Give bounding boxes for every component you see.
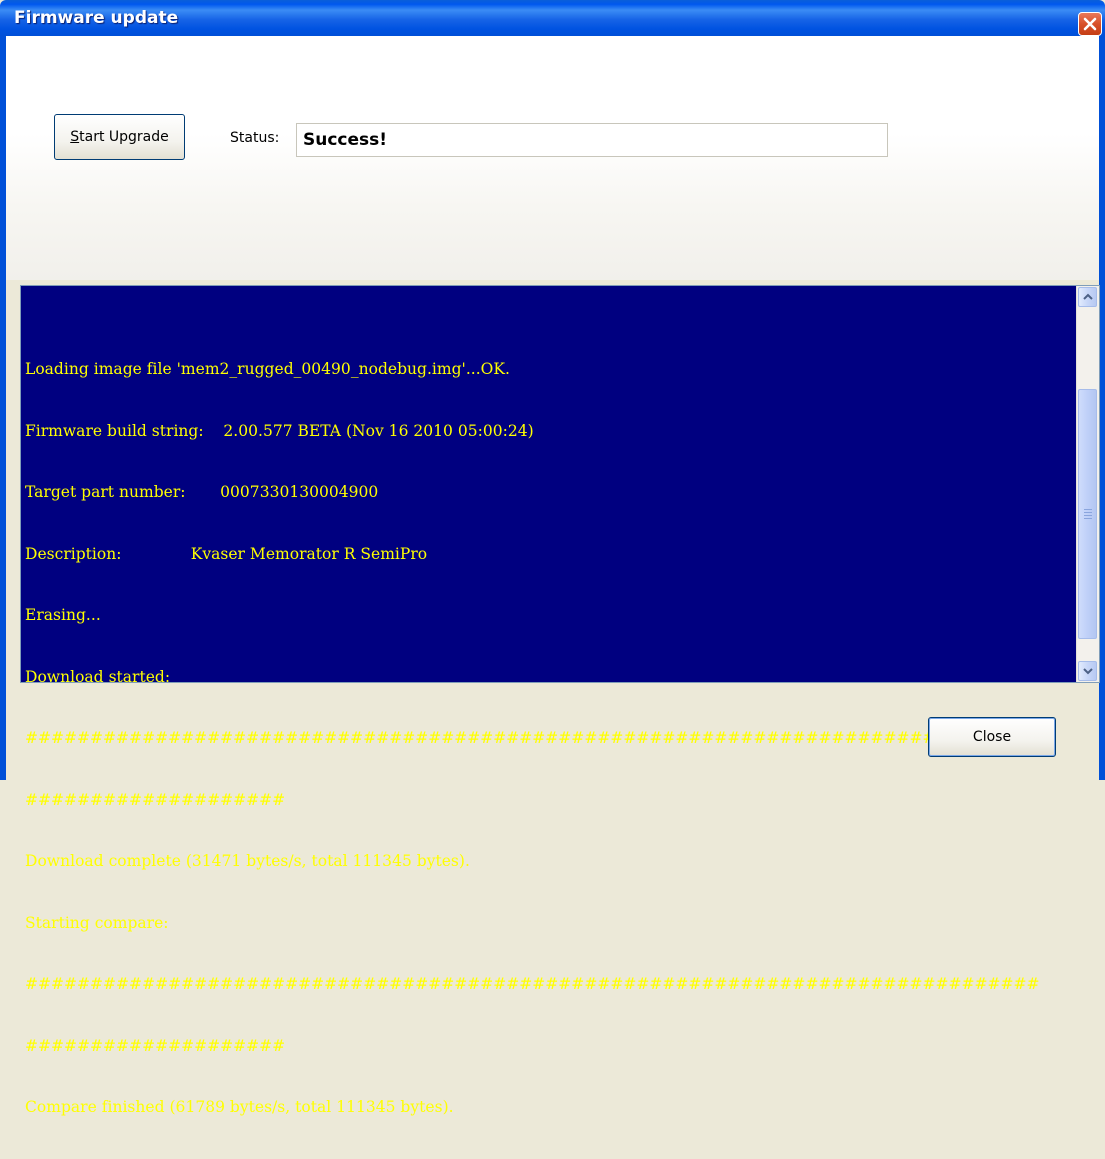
log-line: Description: Kvaser Memorator R SemiPro	[25, 544, 428, 563]
start-upgrade-mnemonic: S	[70, 129, 80, 145]
window-title: Firmware update	[14, 8, 179, 28]
log-line: ########################################…	[25, 975, 1040, 993]
log-line: Starting compare:	[25, 913, 169, 932]
scroll-thumb[interactable]	[1078, 389, 1097, 639]
scroll-up-button[interactable]	[1078, 287, 1097, 307]
start-upgrade-label: tart Upgrade	[79, 129, 169, 145]
status-value: Success!	[303, 130, 388, 150]
chevron-down-icon	[1082, 668, 1093, 675]
log-line: Loading image file 'mem2_rugged_00490_no…	[25, 360, 510, 378]
log-text: Loading image file 'mem2_rugged_00490_no…	[25, 318, 1075, 1159]
thumb-grip	[1084, 512, 1092, 513]
log-line: Download complete (31471 bytes/s, total …	[25, 852, 470, 870]
log-line: ########################################…	[25, 729, 1040, 747]
status-label: Status:	[230, 130, 280, 146]
window-close-button[interactable]	[1078, 12, 1102, 36]
thumb-grip	[1084, 509, 1092, 510]
close-button-label: Close	[972, 729, 1012, 745]
log-line: Erasing...	[25, 606, 101, 624]
close-icon	[1083, 17, 1097, 31]
log-line: Firmware build string: 2.00.577 BETA (No…	[25, 421, 534, 440]
close-button[interactable]: Close	[928, 717, 1056, 757]
thumb-grip	[1084, 518, 1092, 519]
log-line: Download started:	[25, 667, 171, 686]
log-line: ####################	[25, 790, 286, 809]
status-field: Success!	[296, 123, 888, 157]
start-upgrade-button[interactable]: Start Upgrade	[54, 114, 185, 160]
scroll-down-button[interactable]	[1078, 661, 1097, 681]
log-line: Target part number: 0007330130004900	[25, 483, 379, 501]
log-line: Compare finished (61789 bytes/s, total 1…	[25, 1098, 454, 1116]
chevron-up-icon	[1082, 293, 1093, 300]
title-bar[interactable]: Firmware update	[0, 0, 1105, 36]
log-line: ####################	[25, 1036, 286, 1055]
thumb-grip	[1084, 515, 1092, 516]
firmware-update-window: Firmware update Start Upgrade Status: Su…	[0, 0, 1105, 1116]
log-scrollbar[interactable]	[1076, 286, 1099, 682]
log-output[interactable]: Loading image file 'mem2_rugged_00490_no…	[20, 285, 1100, 1116]
